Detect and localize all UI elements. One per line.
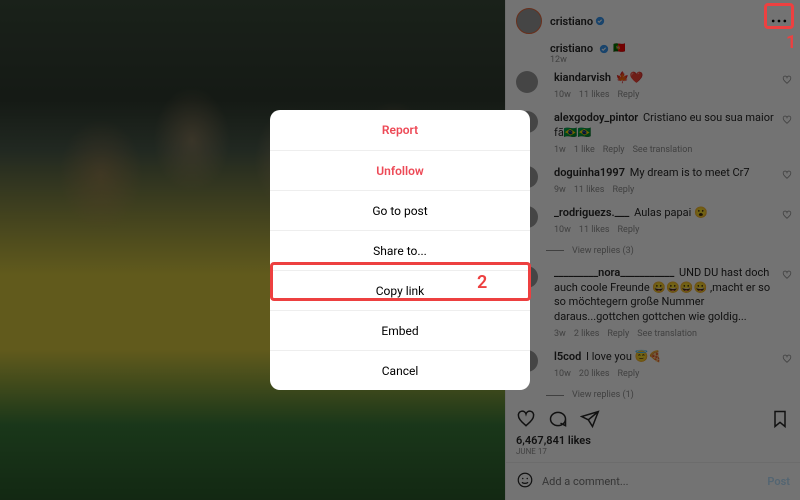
menu-item-embed[interactable]: Embed [270,310,530,350]
callout-box-2 [270,262,531,301]
menu-item-report[interactable]: Report [270,110,530,150]
options-menu: ReportUnfollowGo to postShare to...Copy … [270,110,530,390]
callout-number-2: 2 [477,272,487,293]
menu-item-cancel[interactable]: Cancel [270,350,530,390]
menu-item-go-to-post[interactable]: Go to post [270,190,530,230]
menu-item-unfollow[interactable]: Unfollow [270,150,530,190]
modal-overlay[interactable]: ReportUnfollowGo to postShare to...Copy … [0,0,800,500]
callout-box-1 [764,3,794,29]
callout-number-1: 1 [786,32,796,53]
